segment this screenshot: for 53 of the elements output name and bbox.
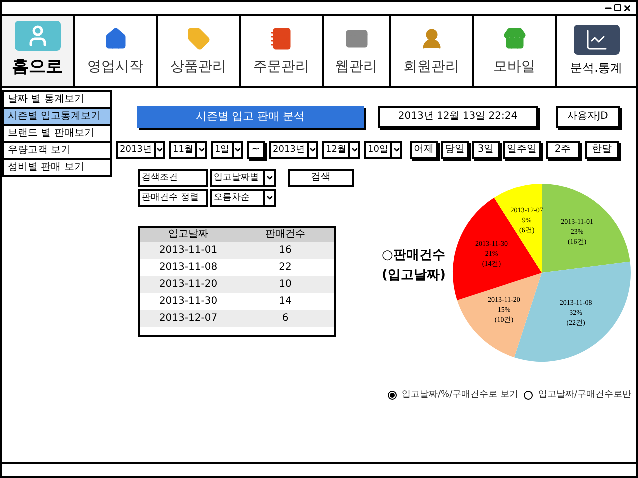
dropdown[interactable]: 1일: [211, 141, 243, 159]
caret-icon: [234, 146, 241, 154]
filter-label: 검색조건: [138, 169, 208, 187]
chart-title: (입고날짜): [382, 267, 447, 285]
table-cell-text: 16: [278, 246, 293, 256]
table-cell-text: 2013-12-07: [158, 314, 219, 324]
caret-icon: [266, 174, 274, 182]
column-header: 판매건수: [264, 230, 306, 240]
sidebar-item[interactable]: 성비별 판매 보기: [2, 158, 112, 177]
dropdown[interactable]: 12월: [322, 141, 360, 159]
caret-icon: [156, 146, 163, 154]
page-title-bar: 시즌별 입고 판매 분석: [137, 106, 364, 128]
caret-icon: [266, 194, 274, 202]
quick-range-button[interactable]: 3일: [472, 141, 500, 159]
table-cell-text: 14: [278, 296, 293, 306]
dropdown[interactable]: 11월: [169, 141, 207, 159]
nav-tab[interactable]: 홈으로: [2, 16, 75, 86]
caret-icon: [350, 146, 358, 154]
radio-button[interactable]: [524, 391, 534, 400]
caret-icon: [392, 146, 400, 154]
dropdown[interactable]: 2013년: [269, 141, 318, 159]
quick-range-button[interactable]: 한달: [585, 141, 619, 159]
quick-range-button[interactable]: 일주일: [503, 141, 541, 159]
table-cell-text: 2013-11-01: [158, 246, 219, 256]
radio-button[interactable]: [388, 391, 397, 400]
dropdown[interactable]: 10일: [364, 141, 402, 159]
table-cell-text: 10: [278, 280, 293, 290]
user-icon: [14, 21, 60, 52]
dropdown[interactable]: 2013년: [116, 141, 165, 159]
search-button[interactable]: 검색: [288, 169, 354, 187]
option-label: 입고날짜/구매건수로만: [538, 389, 632, 402]
caret-icon: [198, 146, 205, 154]
quick-range-button[interactable]: 당일: [441, 141, 469, 159]
user-label: 사용자JD: [556, 106, 620, 128]
dropdown[interactable]: 오름차순: [210, 189, 276, 207]
filter-label: 판매건수 정렬: [138, 189, 208, 207]
close-icon[interactable]: [623, 4, 632, 12]
dropdown[interactable]: 입고날짜별: [210, 169, 276, 187]
table-cell-text: 2013-11-20: [158, 280, 219, 290]
table-cell-text: 6: [281, 314, 290, 324]
datetime-display: 2013년 12월 13일 22:24: [378, 106, 538, 128]
table-cell-text: 2013-11-08: [158, 262, 219, 272]
line-chart-icon: [574, 25, 620, 55]
table-cell-text: 2013-11-30: [158, 296, 219, 306]
chart-title: ○판매건수: [382, 247, 446, 265]
quick-range-button[interactable]: 2주: [546, 141, 580, 159]
table-cell-text: 22: [278, 262, 293, 272]
column-header: 입고날짜: [168, 230, 210, 240]
range-separator: ~: [247, 141, 265, 159]
maximize-icon[interactable]: [614, 4, 622, 12]
caret-icon: [309, 146, 316, 154]
option-label: 입고날짜/%/구매건수로 보기: [402, 389, 518, 402]
quick-range-button[interactable]: 어제: [410, 141, 438, 159]
